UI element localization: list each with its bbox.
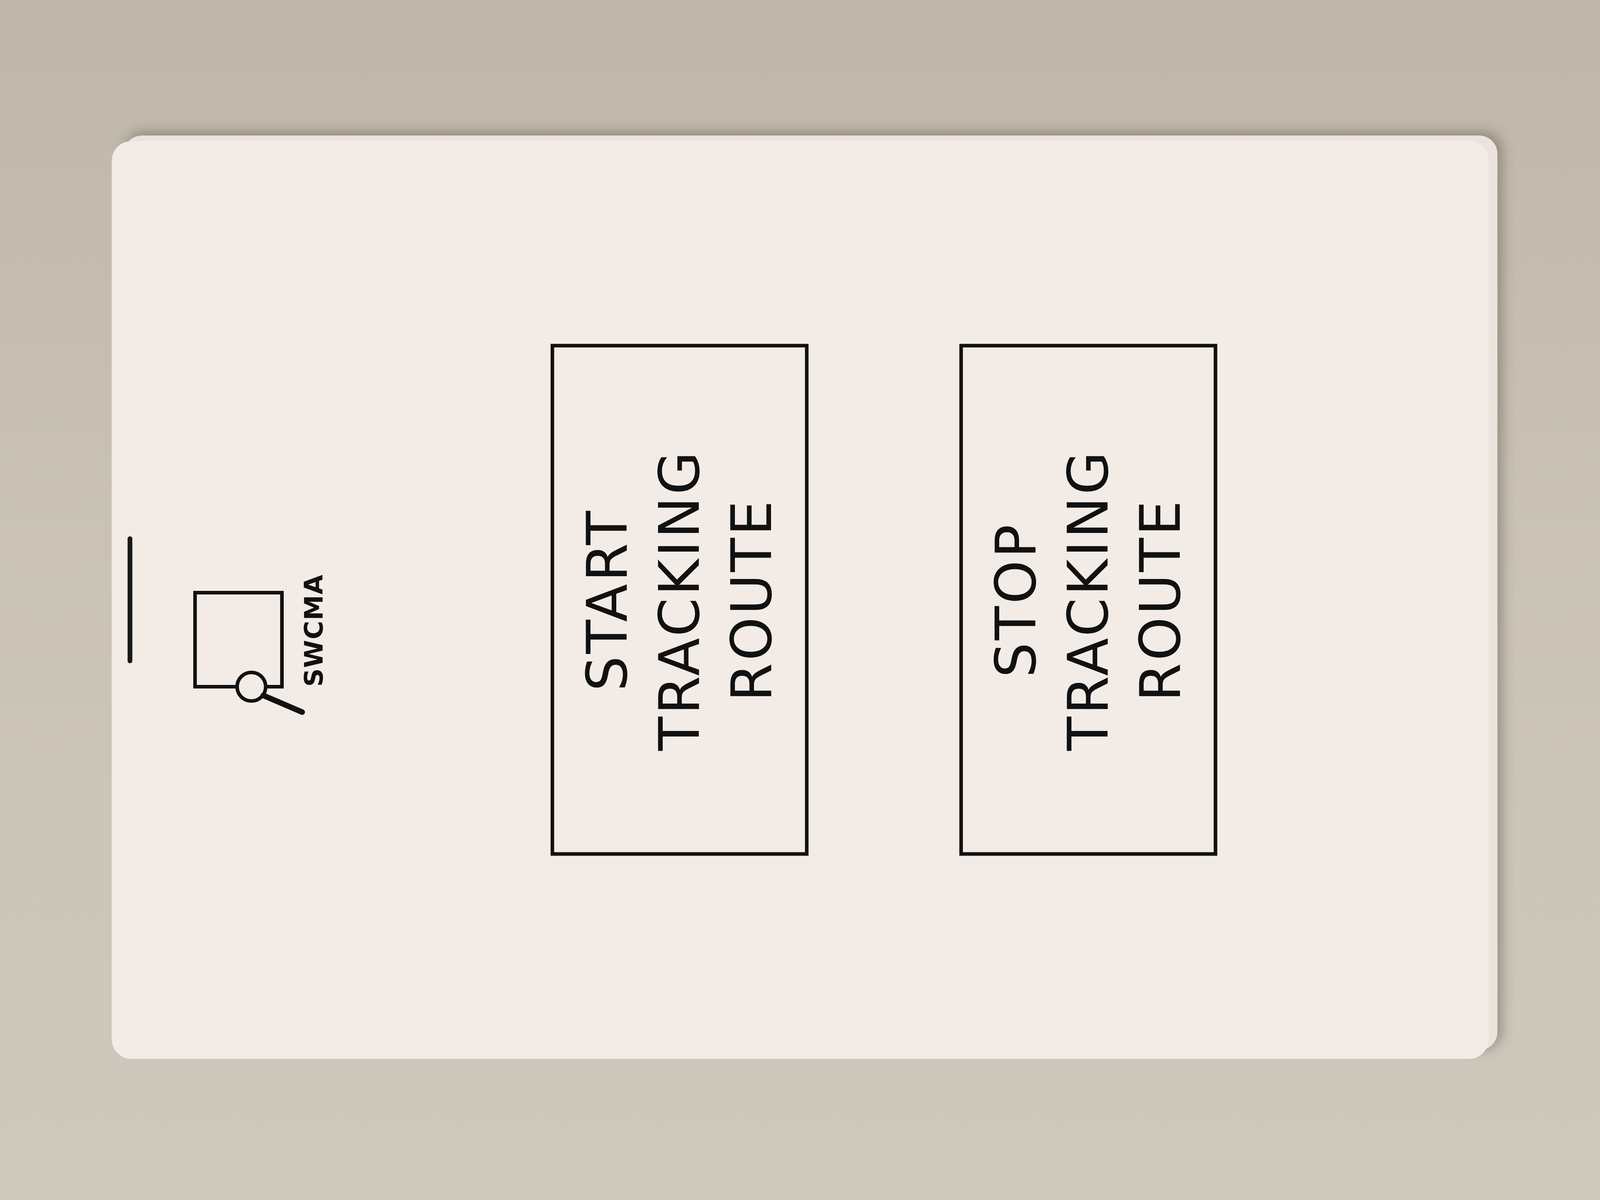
app-logo: SWCMA xyxy=(191,574,329,722)
app-name: SWCMA xyxy=(298,574,329,687)
button-label-line: STOP xyxy=(979,522,1052,678)
search-logo-icon xyxy=(191,586,307,722)
button-label-line: ROUTE xyxy=(715,498,788,702)
tracking-button[interactable]: STOPTRACKINGROUTE xyxy=(959,344,1218,856)
speaker-line xyxy=(127,536,133,664)
button-list: STARTTRACKINGROUTESTOPTRACKINGROUTE xyxy=(550,344,1218,856)
button-label-line: TRACKING xyxy=(1051,449,1125,751)
button-label-line: START xyxy=(571,508,644,692)
tracking-button[interactable]: STARTTRACKINGROUTE xyxy=(550,344,809,856)
button-label-line: ROUTE xyxy=(1124,498,1197,702)
paper-prototype: SWCMASTARTTRACKINGROUTESTOPTRACKINGROUTE xyxy=(111,141,1489,1060)
button-label-line: TRACKING xyxy=(643,449,716,751)
wall: SWCMASTARTTRACKINGROUTESTOPTRACKINGROUTE xyxy=(0,0,1600,1200)
